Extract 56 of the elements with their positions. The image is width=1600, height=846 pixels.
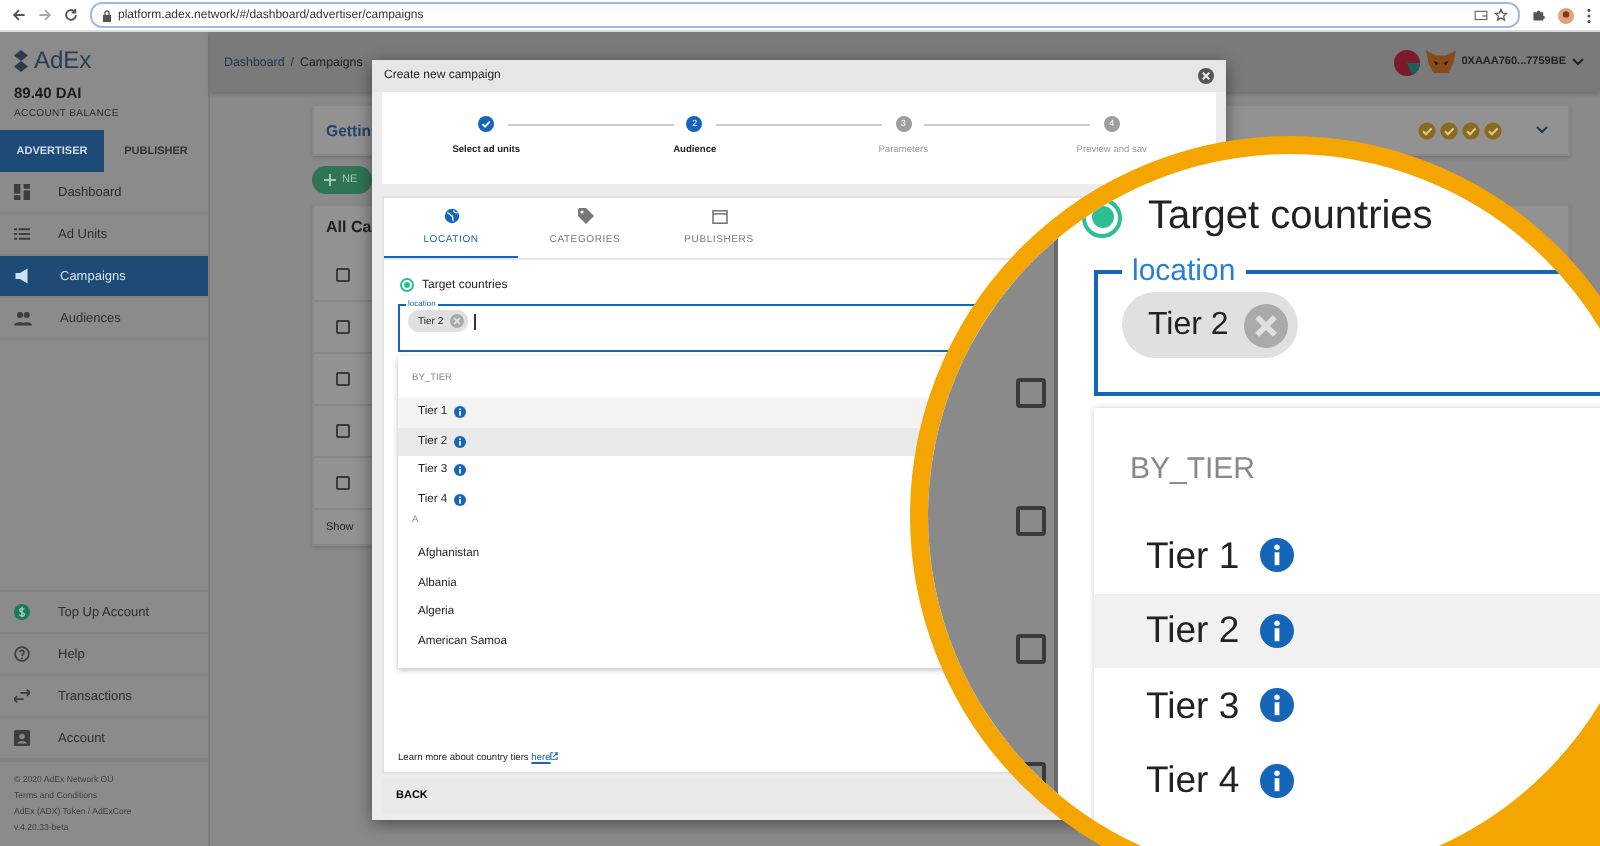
checkbox-outline-icon	[1016, 378, 1046, 408]
fox-icon[interactable]	[1425, 49, 1456, 75]
logo-icon	[14, 49, 28, 71]
row-checkbox[interactable]	[336, 476, 350, 490]
row-checkbox[interactable]	[336, 268, 350, 282]
puzzle-icon[interactable]	[1532, 8, 1546, 22]
row-checkbox[interactable]	[336, 372, 350, 386]
location-input-field: location Tier 2	[1094, 252, 1600, 396]
dropdown-option: Tier 2	[1094, 593, 1600, 668]
globe-icon	[443, 208, 459, 224]
info-icon	[1259, 613, 1294, 648]
plus-icon	[324, 174, 336, 186]
dashboard-grid-icon	[14, 184, 30, 200]
checkbox-outline-icon	[1016, 506, 1046, 536]
list-icon	[14, 226, 30, 242]
badge-coins-drawing	[1418, 121, 1502, 139]
radio-button[interactable]	[400, 278, 414, 292]
info-icon	[1259, 763, 1294, 798]
checkbox-outline-icon	[1016, 634, 1046, 664]
location-chip: Tier 2	[1122, 292, 1299, 358]
window-icon	[711, 209, 727, 223]
table-title: All Ca	[324, 218, 374, 240]
chevron-down-icon[interactable]	[1536, 126, 1548, 134]
app-logo-text: AdEx	[34, 46, 92, 74]
row-checkbox[interactable]	[336, 424, 350, 438]
info-icon[interactable]	[453, 435, 466, 448]
info-icon[interactable]	[453, 493, 466, 506]
identicon-avatar-icon[interactable]	[1393, 49, 1420, 75]
people-icon	[14, 310, 32, 326]
transfer-arrows-icon	[14, 688, 30, 704]
radio-label: Target countries	[1148, 194, 1433, 240]
menu-icon[interactable]	[1586, 7, 1592, 23]
lock-icon	[102, 9, 112, 21]
info-icon[interactable]	[453, 464, 466, 477]
account-card-icon	[14, 730, 30, 746]
info-icon[interactable]	[453, 406, 466, 419]
reload-icon[interactable]	[64, 8, 78, 22]
tag-icon	[577, 208, 593, 224]
install-icon[interactable]	[1474, 9, 1488, 21]
profile-avatar-icon[interactable]	[1558, 7, 1574, 23]
help-icon	[14, 646, 30, 662]
dropdown-option: Tier 3	[1094, 668, 1600, 743]
star-icon[interactable]	[1494, 8, 1508, 22]
external-link-icon[interactable]	[550, 752, 559, 760]
text-cursor	[473, 313, 476, 329]
chevron-down-icon[interactable]	[1572, 58, 1584, 66]
row-checkbox[interactable]	[336, 320, 350, 334]
back-arrow-icon[interactable]	[12, 8, 26, 22]
remove-chip-icon	[1244, 303, 1289, 347]
close-icon[interactable]	[1198, 68, 1214, 84]
group-heading: BY_TIER	[1130, 452, 1256, 486]
dollar-coin-icon	[14, 604, 30, 620]
info-icon	[1259, 538, 1294, 573]
dropdown-option: Tier 1	[1094, 518, 1600, 593]
megaphone-icon	[14, 268, 32, 284]
info-icon	[1259, 688, 1294, 723]
